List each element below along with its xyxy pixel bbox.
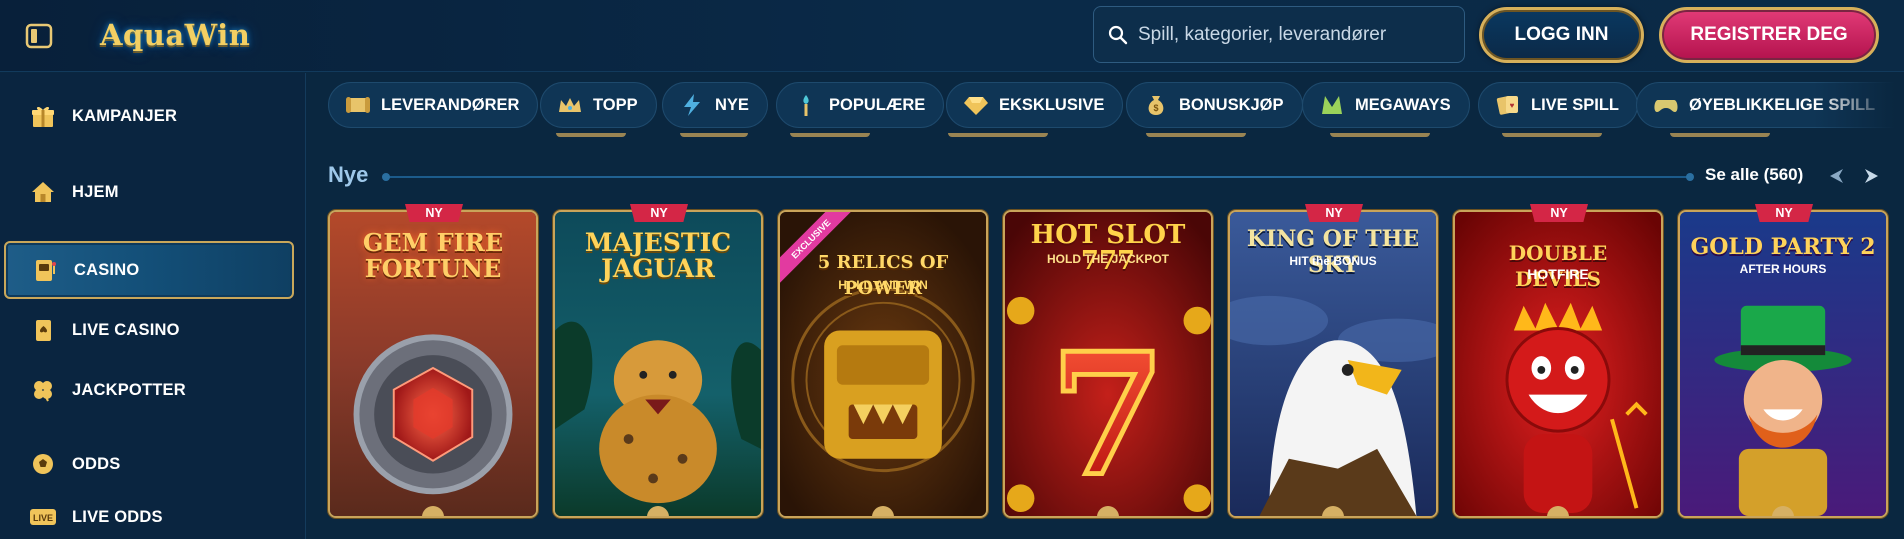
sidebar-toggle-icon[interactable] [24, 21, 54, 51]
sidebar-item-jackpotter[interactable]: JACKPOTTER [4, 361, 294, 419]
category-populaere[interactable]: POPULÆRE [776, 82, 945, 128]
category-nye[interactable]: NYE [662, 82, 768, 128]
game-title: HOT SLOT 777 [1030, 220, 1186, 276]
game-subtitle: HOTFIRE [1527, 266, 1589, 282]
sidebar-item-label: CASINO [74, 260, 140, 279]
game-title: 5 RELICS OF POWER [817, 252, 949, 299]
home-icon [28, 177, 58, 207]
category-leverandorer[interactable]: LEVERANDØRER [328, 82, 539, 128]
game-subtitle: AFTER HOURS [1739, 262, 1827, 276]
new-badge: NY [1530, 204, 1588, 222]
torch-icon [793, 92, 819, 118]
sidebar-item-label: LIVE ODDS [72, 507, 163, 526]
login-button[interactable]: LOGG INN [1479, 7, 1644, 63]
arrow-right-icon[interactable] [1860, 165, 1882, 187]
soccer-ball-icon [28, 449, 58, 479]
category-topp[interactable]: TOPP [540, 82, 657, 128]
new-badge: NY [1305, 204, 1363, 222]
category-bar-fade [1814, 82, 1904, 132]
search-box[interactable] [1093, 6, 1465, 63]
game-card-majestic-jaguar[interactable]: MAJESTIC JAGUAR [553, 210, 763, 518]
register-button[interactable]: REGISTRER DEG [1659, 7, 1879, 63]
sidebar-item-hjem[interactable]: HJEM [4, 163, 294, 221]
diamond-icon [963, 92, 989, 118]
search-icon [1108, 25, 1128, 44]
game-subtitle: HOLD THE JACKPOT [1046, 252, 1169, 266]
category-eksklusive[interactable]: EKSKLUSIVE [946, 82, 1124, 128]
game-title: MAJESTIC JAGUAR [584, 228, 732, 283]
header: AquaWin LOGG INN REGISTRER DEG [0, 0, 1904, 72]
sidebar-item-label: LIVE CASINO [72, 320, 180, 339]
lightning-icon [679, 92, 705, 118]
sidebar-item-label: KAMPANJER [72, 106, 178, 125]
category-live-spill[interactable]: ♥ LIVE SPILL [1478, 82, 1639, 128]
sidebar-item-kampanjer[interactable]: KAMPANJER [4, 87, 294, 145]
category-megaways[interactable]: MEGAWAYS [1302, 82, 1470, 128]
svg-text:7: 7 [1050, 317, 1166, 514]
category-bonuskjop[interactable]: $ BONUSKJØP [1126, 82, 1303, 128]
game-card-gem-fire-fortune[interactable]: GEM FIRE FORTUNE [328, 210, 538, 518]
see-all-link[interactable]: Se alle (560) [1705, 165, 1803, 185]
category-ornaments [320, 133, 1904, 139]
gamepad-icon [1653, 92, 1679, 118]
svg-text:♥: ♥ [1510, 101, 1515, 110]
game-card-king-of-the-sky[interactable]: KING OF THE SKY HIT the BONUS [1228, 210, 1438, 518]
new-badge: NY [405, 204, 463, 222]
money-bag-icon: $ [1143, 92, 1169, 118]
logo[interactable]: AquaWin [100, 14, 250, 56]
sidebar-item-casino[interactable]: CASINO [4, 241, 294, 299]
game-title: GOLD PARTY 2 [1690, 234, 1876, 260]
game-title: GEM FIRE FORTUNE [362, 228, 504, 283]
sidebar-item-odds[interactable]: ODDS [4, 435, 294, 493]
slot-machine-icon [30, 255, 60, 285]
sidebar: KAMPANJER HJEM CASINO LIVE CASINO JACKPO… [0, 73, 306, 539]
game-card-double-devils[interactable]: DOUBLE DEVILS HOTFIRE [1453, 210, 1663, 518]
new-badge: NY [1755, 204, 1813, 222]
category-bar: LEVERANDØRER TOPP NYE POPULÆRE EKSKLUSIV… [320, 82, 1904, 132]
game-title: KING OF THE SKY [1246, 226, 1420, 278]
search-input[interactable] [1138, 23, 1458, 46]
gift-icon [28, 101, 58, 131]
sidebar-item-label: HJEM [72, 182, 119, 201]
scroll-icon [345, 92, 371, 118]
game-subtitle: HOLD AND WIN [838, 278, 928, 292]
svg-text:LIVE: LIVE [33, 513, 53, 523]
game-card-hot-slot[interactable]: 7 HOT SLOT 777 HOLD THE JACKPOT [1003, 210, 1213, 518]
crown-icon [557, 92, 583, 118]
game-subtitle: HIT the BONUS [1289, 254, 1377, 268]
clover-icon [28, 375, 58, 405]
sidebar-item-label: ODDS [72, 454, 121, 473]
sidebar-item-label: JACKPOTTER [72, 380, 186, 399]
playing-card-icon [28, 315, 58, 345]
game-card-gold-party-2[interactable]: GOLD PARTY 2 AFTER HOURS [1678, 210, 1888, 518]
sidebar-item-live-odds[interactable]: LIVE LIVE ODDS [4, 488, 294, 539]
section-title: Nye [328, 162, 369, 187]
game-card-5-relics-of-power[interactable]: EXCLUSIVE 5 RELICS OF POWER HOLD AND WIN [778, 210, 988, 518]
sidebar-item-live-casino[interactable]: LIVE CASINO [4, 301, 294, 359]
cards-icon: ♥ [1495, 92, 1521, 118]
svg-text:$: $ [1153, 103, 1158, 113]
megaways-icon [1319, 92, 1345, 118]
arrow-left-icon[interactable] [1826, 165, 1848, 187]
new-badge: NY [630, 204, 688, 222]
live-badge-icon: LIVE [28, 502, 58, 532]
section-divider [382, 173, 1694, 181]
